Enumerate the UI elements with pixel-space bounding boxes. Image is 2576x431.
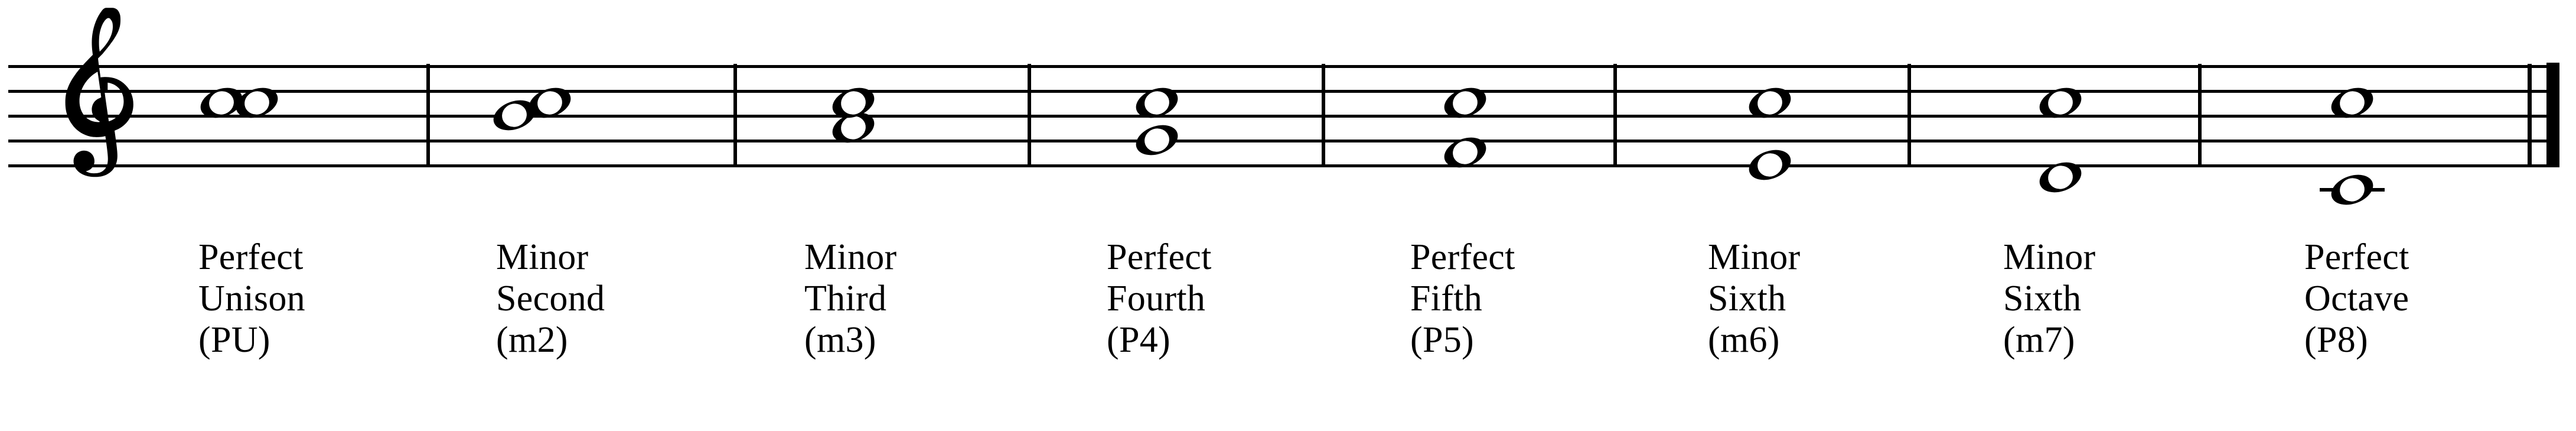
music-notation-figure: Perfect Unison (PU) Minor Second (m2) Minor Thi… bbox=[0, 0, 2576, 431]
caption-line-2: Fourth bbox=[1107, 278, 1206, 319]
interval-caption: Minor Second (m2) bbox=[496, 236, 605, 361]
caption-line-1: Minor bbox=[496, 237, 589, 277]
caption-line-2: Sixth bbox=[1708, 278, 1786, 319]
caption-line-1: Minor bbox=[1708, 237, 1801, 277]
interval-caption: Perfect Octave (P8) bbox=[2304, 236, 2409, 361]
caption-line-3: (m3) bbox=[804, 320, 876, 360]
interval-caption: Perfect Fifth (P5) bbox=[1410, 236, 1515, 361]
whole-note-upper bbox=[2329, 86, 2375, 119]
caption-line-3: (P4) bbox=[1107, 320, 1170, 360]
interval-caption: Minor Sixth (m7) bbox=[2003, 236, 2096, 361]
interval-caption: Perfect Fourth (P4) bbox=[1107, 236, 1212, 361]
whole-note-upper bbox=[1442, 86, 1488, 119]
caption-line-3: (P8) bbox=[2304, 320, 2368, 360]
caption-line-2: Third bbox=[804, 278, 887, 319]
whole-note-upper bbox=[830, 86, 876, 119]
whole-note-lower bbox=[1442, 136, 1488, 169]
caption-line-3: (m7) bbox=[2003, 320, 2075, 360]
barline-2 bbox=[733, 64, 737, 166]
barline-3 bbox=[1028, 64, 1031, 166]
caption-line-1: Perfect bbox=[2304, 237, 2409, 277]
caption-line-3: (m6) bbox=[1708, 320, 1780, 360]
barline-5 bbox=[1613, 64, 1617, 166]
caption-line-1: Minor bbox=[2003, 237, 2096, 277]
caption-line-1: Perfect bbox=[1410, 237, 1515, 277]
interval-captions: Perfect Unison (PU) Minor Second (m2) Minor Thi… bbox=[0, 236, 2576, 414]
final-barline-thin bbox=[2528, 64, 2532, 166]
caption-line-1: Minor bbox=[804, 237, 897, 277]
staff-line-5-top bbox=[8, 65, 2559, 68]
whole-note-upper bbox=[1747, 86, 1793, 119]
staff-line-1-bottom bbox=[8, 164, 2559, 167]
interval-caption: Minor Sixth (m6) bbox=[1708, 236, 1801, 361]
caption-line-1: Perfect bbox=[198, 237, 304, 277]
whole-note-upper bbox=[2037, 86, 2083, 119]
caption-line-2: Second bbox=[496, 278, 605, 319]
staff-line-3-middle bbox=[8, 115, 2559, 118]
caption-line-2: Sixth bbox=[2003, 278, 2082, 319]
caption-line-1: Perfect bbox=[1107, 237, 1212, 277]
whole-note-lower bbox=[2329, 173, 2375, 206]
whole-note-lower bbox=[2037, 161, 2083, 194]
barline-1 bbox=[426, 64, 430, 166]
treble-clef-icon bbox=[51, 5, 157, 182]
caption-line-3: (P5) bbox=[1410, 320, 1474, 360]
final-barline-thick bbox=[2546, 63, 2559, 167]
whole-note-lower bbox=[1747, 148, 1793, 182]
interval-caption: Minor Third (m3) bbox=[804, 236, 897, 361]
barline-6 bbox=[1907, 64, 1911, 166]
whole-note-upper bbox=[234, 86, 280, 119]
whole-note-upper bbox=[527, 86, 573, 119]
caption-line-3: (PU) bbox=[198, 320, 270, 360]
barline-7 bbox=[2198, 64, 2202, 166]
whole-note-upper bbox=[1134, 86, 1180, 119]
caption-line-2: Fifth bbox=[1410, 278, 1483, 319]
caption-line-2: Unison bbox=[198, 278, 305, 319]
caption-line-2: Octave bbox=[2304, 278, 2409, 319]
staff-system bbox=[0, 0, 2576, 248]
whole-note-lower bbox=[1134, 124, 1180, 157]
staff-line-2 bbox=[8, 140, 2559, 142]
staff-line-4 bbox=[8, 90, 2559, 93]
caption-line-3: (m2) bbox=[496, 320, 568, 360]
barline-4 bbox=[1322, 64, 1325, 166]
interval-caption: Perfect Unison (PU) bbox=[198, 236, 305, 361]
